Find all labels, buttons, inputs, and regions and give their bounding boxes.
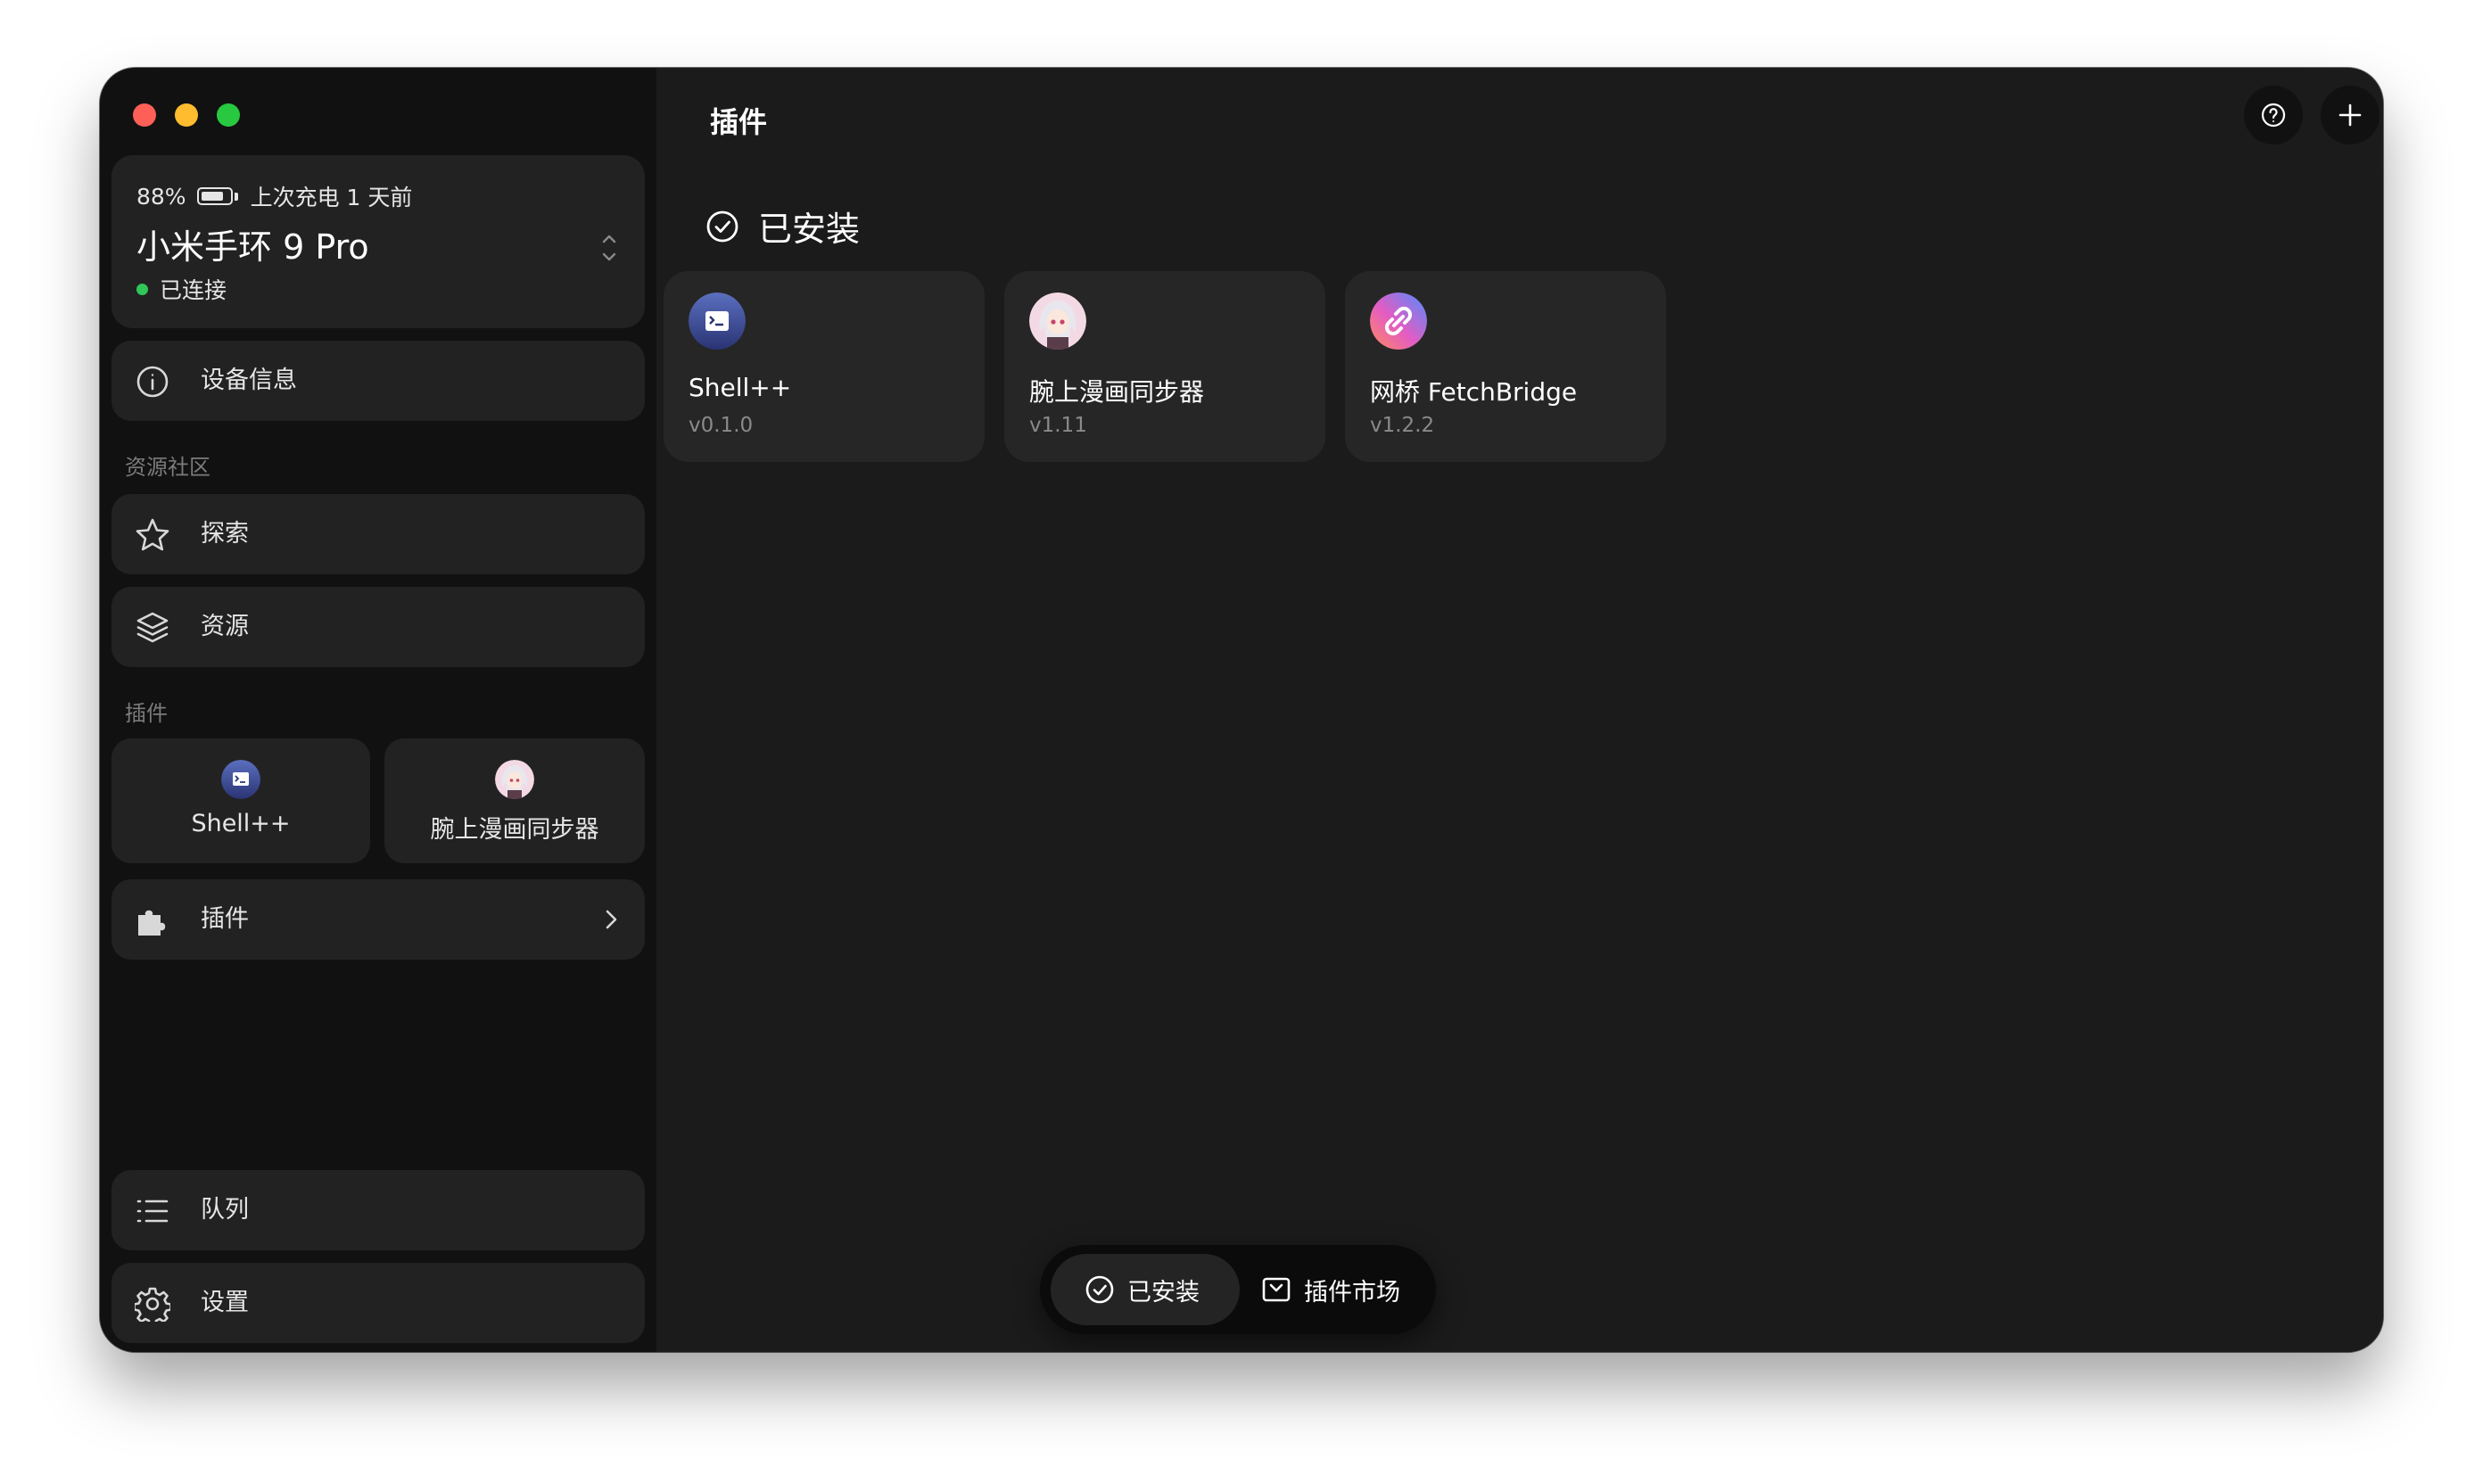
community-section-label: 资源社区: [125, 455, 210, 480]
battery-row: 88% 上次充电 1 天前: [136, 180, 412, 212]
app-window: 88% 上次充电 1 天前 小米手环 9 Pro 已连接 设备信息 资源社区 探…: [100, 68, 2383, 1352]
plugin-shortcut-manga-sync[interactable]: 腕上漫画同步器: [384, 738, 645, 863]
anime-avatar-icon: [495, 760, 534, 799]
tab-plugin-market[interactable]: 插件市场: [1261, 1254, 1431, 1325]
help-icon: [2261, 103, 2286, 128]
chevron-up-down-icon[interactable]: [600, 230, 618, 266]
plus-icon: [2339, 103, 2362, 127]
shell-plugin-icon: [221, 760, 260, 799]
plugin-version: v1.2.2: [1370, 414, 1435, 437]
tab-label: 插件市场: [1304, 1278, 1400, 1307]
plugin-version: v0.1.0: [689, 414, 754, 437]
battery-icon: [196, 187, 233, 205]
tab-label: 已安装: [1127, 1278, 1200, 1307]
help-button[interactable]: [2244, 86, 2303, 144]
maximize-window-button[interactable]: [217, 103, 240, 127]
sidebar-item-label: 队列: [201, 1196, 249, 1224]
plugin-shortcut-shell[interactable]: Shell++: [111, 738, 370, 863]
plugin-card-fetchbridge[interactable]: 网桥 FetchBridge v1.2.2: [1345, 271, 1666, 462]
plugin-name: Shell++: [689, 373, 792, 402]
plugin-shortcut-label: 腕上漫画同步器: [430, 816, 599, 844]
sidebar-item-label: 资源: [201, 613, 249, 640]
anime-avatar-icon: [1029, 293, 1086, 350]
last-charge-text: 上次充电 1 天前: [250, 185, 413, 210]
check-circle-icon: [706, 210, 738, 242]
gear-icon: [135, 1287, 170, 1322]
store-icon: [1262, 1277, 1291, 1302]
plugin-version: v1.11: [1029, 414, 1087, 437]
device-name: 小米手环 9 Pro: [136, 227, 369, 267]
sidebar-item-resources[interactable]: 资源: [111, 587, 645, 667]
puzzle-icon: [138, 910, 166, 936]
check-circle-icon: [1085, 1275, 1114, 1304]
plugin-card-shell[interactable]: Shell++ v0.1.0: [664, 271, 985, 462]
minimize-window-button[interactable]: [175, 103, 198, 127]
sidebar-item-label: 设备信息: [201, 367, 297, 394]
page-title: 插件: [710, 105, 768, 139]
status-text: 已连接: [160, 277, 227, 303]
sidebar-item-explore[interactable]: 探索: [111, 494, 645, 574]
close-window-button[interactable]: [133, 103, 156, 127]
plugins-section-label: 插件: [125, 701, 168, 726]
shell-plugin-icon: [689, 293, 746, 350]
status-dot: [136, 283, 148, 295]
installed-heading-text: 已安装: [758, 210, 861, 249]
plugin-shortcut-label: Shell++: [191, 810, 291, 837]
sidebar-item-plugins[interactable]: 插件: [111, 879, 645, 960]
info-icon: [136, 366, 169, 398]
chevron-right-icon: [606, 910, 617, 929]
plugin-card-manga-sync[interactable]: 腕上漫画同步器 v1.11: [1004, 271, 1325, 462]
battery-fill: [201, 192, 224, 201]
installed-section-heading: 已安装: [705, 202, 860, 251]
sidebar-item-label: 插件: [201, 905, 249, 933]
main-content: 插件 已安装 Shell++ v0.1.0 腕上漫画同步器 v1.11 网桥 F…: [656, 68, 2383, 1352]
battery-tip: [234, 192, 238, 201]
tab-installed[interactable]: 已安装: [1051, 1254, 1240, 1325]
plugin-name: 网桥 FetchBridge: [1370, 377, 1578, 407]
sidebar-item-queue[interactable]: 队列: [111, 1170, 645, 1250]
plugin-name: 腕上漫画同步器: [1029, 377, 1205, 407]
device-card[interactable]: 88% 上次充电 1 天前 小米手环 9 Pro 已连接: [111, 155, 645, 328]
sidebar-item-label: 设置: [201, 1289, 249, 1316]
star-icon: [136, 518, 169, 551]
sidebar: 88% 上次充电 1 天前 小米手环 9 Pro 已连接 设备信息 资源社区 探…: [100, 68, 656, 1352]
sidebar-item-label: 探索: [201, 520, 249, 548]
sidebar-item-settings[interactable]: 设置: [111, 1263, 645, 1343]
connection-status: 已连接: [136, 273, 227, 305]
link-gradient-icon: [1370, 293, 1427, 350]
list-icon: [136, 1200, 169, 1223]
window-controls: [133, 103, 240, 127]
add-button[interactable]: [2321, 86, 2380, 144]
battery-percent: 88%: [136, 183, 186, 210]
layers-icon: [136, 612, 169, 643]
sidebar-item-device-info[interactable]: 设备信息: [111, 341, 645, 421]
bottom-segmented-control: 已安装 插件市场: [1040, 1245, 1436, 1334]
